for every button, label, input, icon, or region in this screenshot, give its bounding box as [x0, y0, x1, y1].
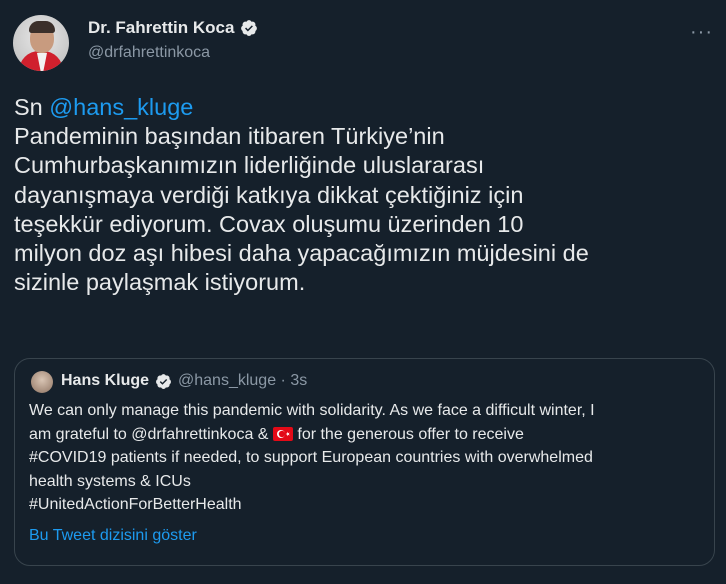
turkey-flag-icon	[272, 426, 293, 441]
quoted-line: We can only manage this pandemic with so…	[29, 402, 595, 419]
quoted-tweet[interactable]: Hans Kluge @hans_kluge · 3s We can only …	[14, 358, 715, 566]
more-options-icon[interactable]: ···	[690, 22, 713, 42]
author-display-name[interactable]: Dr. Fahrettin Koca	[88, 18, 234, 38]
tweet-line-greeting: Sn @hans_kluge	[14, 93, 714, 122]
quoted-line: health systems & ICUs	[29, 472, 191, 490]
tweet-line: Pandeminin başından itibaren Türkiye’nin	[14, 123, 445, 150]
quoted-header: Hans Kluge @hans_kluge · 3s	[61, 372, 307, 390]
quoted-line-part: am grateful to @drfahrettinkoca &	[29, 425, 273, 443]
author-avatar[interactable]	[13, 15, 69, 71]
tweet-text: Sn @hans_kluge Pandeminin başından itiba…	[14, 93, 714, 297]
author-name-row[interactable]: Dr. Fahrettin Koca	[88, 18, 258, 38]
tweet-line: teşekkür ediyorum. Covax oluşumu üzerind…	[14, 210, 524, 237]
tweet-line: sizinle paylaşmak istiyorum.	[14, 269, 306, 296]
quoted-author-avatar[interactable]	[31, 371, 53, 393]
quoted-line: #COVID19 patients if needed, to support …	[29, 449, 593, 467]
quoted-line: am grateful to @drfahrettinkoca & for th…	[29, 423, 709, 447]
author-handle[interactable]: @drfahrettinkoca	[88, 44, 210, 62]
mention-link[interactable]: @hans_kluge	[49, 94, 193, 120]
tweet-line: Cumhurbaşkanımızın liderliğinde uluslara…	[14, 152, 485, 179]
show-thread-link[interactable]: Bu Tweet dizisini göster	[29, 527, 197, 545]
quoted-handle-time: @hans_kluge · 3s	[178, 372, 308, 389]
tweet-line: dayanışmaya verdiği katkıya dikkat çekti…	[14, 181, 524, 208]
verified-badge-icon	[241, 20, 258, 36]
tweet-line: milyon doz aşı hibesi daha yapacağımızın…	[14, 240, 589, 267]
quoted-line-part: for the generous offer to receive	[292, 425, 524, 443]
quoted-line: #UnitedActionForBetterHealth	[29, 496, 242, 514]
quoted-text: We can only manage this pandemic with so…	[29, 399, 709, 517]
greeting-text: Sn	[14, 94, 50, 120]
tweet-card[interactable]: Dr. Fahrettin Koca @drfahrettinkoca ··· …	[0, 0, 726, 584]
verified-badge-icon	[156, 373, 171, 389]
quoted-display-name[interactable]: Hans Kluge	[61, 372, 149, 390]
